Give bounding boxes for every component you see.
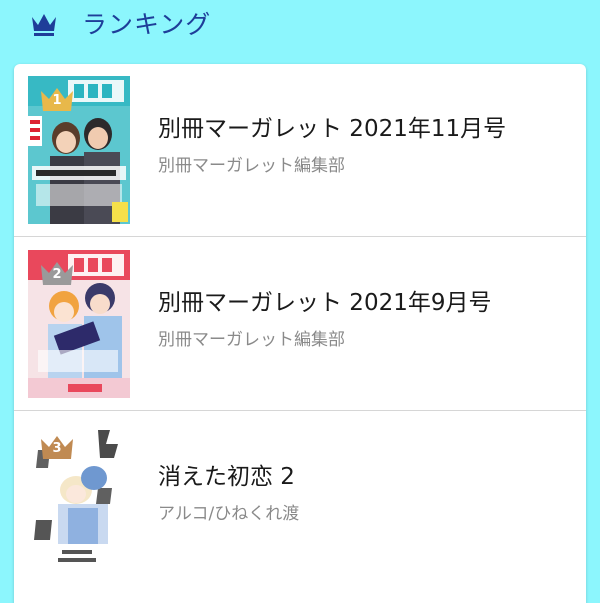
item-author: 別冊マーガレット編集部 [158, 330, 345, 350]
rank-number: 3 [52, 441, 62, 456]
ranking-item-1[interactable]: 1 別冊マーガレット 2021年11月号 別冊マーガレット編集部 [14, 64, 586, 237]
ranking-item-3[interactable]: 3 消えた初恋 2 アルコ/ひねくれ渡 [14, 412, 586, 585]
rank-number: 1 [52, 93, 62, 108]
item-author: 別冊マーガレット編集部 [158, 156, 345, 176]
rank-number: 2 [52, 267, 62, 282]
crown-icon [32, 14, 56, 36]
item-title[interactable]: 別冊マーガレット 2021年9月号 [158, 288, 491, 318]
item-title[interactable]: 消えた初恋 2 [158, 462, 295, 492]
ranking-list: 1 別冊マーガレット 2021年11月号 別冊マーガレット編集部 2 別冊マーガ… [14, 64, 586, 603]
magazine-cover-image: 1 [28, 76, 130, 224]
ranking-header: ランキング [0, 0, 600, 60]
ranking-item-2[interactable]: 2 別冊マーガレット 2021年9月号 別冊マーガレット編集部 [14, 238, 586, 411]
page-title: ランキング [82, 10, 212, 39]
item-title[interactable]: 別冊マーガレット 2021年11月号 [158, 114, 506, 144]
item-author: アルコ/ひねくれ渡 [158, 504, 300, 524]
magazine-cover-image: 2 [28, 250, 130, 398]
comic-cover-image: 3 [28, 424, 130, 572]
